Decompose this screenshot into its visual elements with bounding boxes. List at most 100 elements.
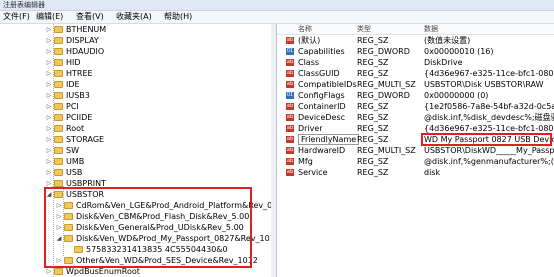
value-data: @disk.inf,%disk_devdesc%;磁盘驱动器 — [424, 113, 554, 122]
menu-bar: 文件(F) 编辑(E) 查看(V) 收藏夹(A) 帮助(H) — [0, 11, 554, 24]
expand-arrow-icon[interactable]: ▷ — [46, 46, 52, 57]
tree-item-label: PCI — [66, 102, 79, 111]
value-row[interactable]: ab Class REG_SZ DiskDrive — [277, 57, 554, 68]
value-row[interactable]: 01 ConfigFlags REG_DWORD 0x00000000 (0) — [277, 90, 554, 101]
window-title: 注册表编辑器 — [3, 1, 45, 9]
tree-item-label: IUSB3 — [66, 91, 90, 100]
expand-arrow-icon[interactable]: ▷ — [46, 90, 52, 101]
value-name: Capabilities — [298, 47, 345, 56]
expand-arrow-icon[interactable]: ▷ — [46, 24, 52, 35]
folder-icon — [54, 147, 63, 154]
value-data: 0x00000010 (16) — [424, 47, 494, 56]
expand-arrow-icon[interactable]: ▷ — [46, 145, 52, 156]
value-type: REG_DWORD — [357, 47, 410, 56]
string-value-icon: ab — [286, 59, 294, 66]
tree-item-label: SW — [66, 146, 79, 155]
column-name-header[interactable]: 名称 — [298, 24, 312, 34]
binary-value-icon: 01 — [286, 92, 294, 99]
value-type: REG_SZ — [357, 58, 389, 67]
value-name: Class — [298, 58, 320, 67]
folder-icon — [54, 37, 63, 44]
string-value-icon: ab — [286, 103, 294, 110]
value-row[interactable]: ab ClassGUID REG_SZ {4d36e967-e325-11ce-… — [277, 68, 554, 79]
menu-edit[interactable]: 编辑(E) — [36, 11, 63, 23]
expand-arrow-icon[interactable]: ▷ — [46, 112, 52, 123]
string-value-icon: ab — [286, 136, 294, 143]
expand-arrow-icon[interactable]: ▷ — [46, 156, 52, 167]
expand-arrow-icon[interactable]: ▷ — [46, 167, 52, 178]
folder-icon — [54, 48, 63, 55]
value-type: REG_SZ — [357, 113, 389, 122]
value-name: ClassGUID — [298, 69, 340, 78]
menu-view[interactable]: 查看(V) — [76, 11, 104, 23]
value-type: REG_MULTI_SZ — [357, 146, 416, 155]
usbstor-highlight-box — [44, 187, 252, 268]
tree-item-label: HID — [66, 58, 81, 67]
menu-file[interactable]: 文件(F) — [3, 11, 30, 23]
value-row[interactable]: ab HardwareID REG_MULTI_SZ USBSTOR\DiskW… — [277, 145, 554, 156]
folder-icon — [54, 136, 63, 143]
string-value-icon: ab — [286, 81, 294, 88]
value-name: CompatibleIDs — [298, 80, 357, 89]
folder-icon — [54, 180, 63, 187]
string-value-icon: ab — [286, 70, 294, 77]
folder-icon — [54, 125, 63, 132]
tree-item-label: HDAUDIO — [66, 47, 105, 56]
expand-arrow-icon[interactable]: ▷ — [46, 68, 52, 79]
value-type: REG_SZ — [357, 124, 389, 133]
value-type: REG_SZ — [357, 135, 389, 144]
folder-icon — [54, 169, 63, 176]
value-name: Driver — [298, 124, 323, 133]
expand-arrow-icon[interactable]: ▷ — [46, 134, 52, 145]
folder-icon — [54, 103, 63, 110]
column-data-header[interactable]: 数据 — [424, 24, 438, 34]
value-row[interactable]: 01 Capabilities REG_DWORD 0x00000010 (16… — [277, 46, 554, 57]
tree-scrollbar[interactable] — [271, 24, 276, 277]
expand-arrow-icon[interactable]: ▷ — [46, 35, 52, 46]
value-type: REG_SZ — [357, 168, 389, 177]
value-data: USBSTOR\Disk USBSTOR\RAW — [424, 80, 544, 89]
string-value-icon: ab — [286, 169, 294, 176]
friendlyname-highlight-box — [421, 133, 552, 146]
registry-tree[interactable]: ▷ BTHENUM ▷ DISPLAY ▷ HDAUDIO ▷ HID ▷ HT… — [0, 24, 277, 277]
value-row[interactable]: ab CompatibleIDs REG_MULTI_SZ USBSTOR\Di… — [277, 79, 554, 90]
value-type: REG_SZ — [357, 157, 389, 166]
tree-item-label: UMB — [66, 157, 85, 166]
expand-arrow-icon[interactable]: ▷ — [46, 101, 52, 112]
value-type: REG_SZ — [357, 102, 389, 111]
values-pane[interactable]: 名称 类型 数据 ab (默认) REG_SZ (数值未设置) 01 Capab… — [277, 24, 554, 277]
value-name: HardwareID — [298, 146, 346, 155]
values-header: 名称 类型 数据 — [277, 24, 554, 35]
value-row[interactable]: ab Service REG_SZ disk — [277, 167, 554, 178]
folder-icon — [54, 59, 63, 66]
value-name: (默认) — [298, 36, 321, 45]
value-name: FriendlyName — [298, 134, 360, 145]
folder-icon — [54, 81, 63, 88]
value-data: (数值未设置) — [424, 36, 471, 45]
value-name: Service — [298, 168, 328, 177]
expand-arrow-icon[interactable]: ▷ — [46, 57, 52, 68]
value-row[interactable]: ab Mfg REG_SZ @disk.inf,%genmanufacturer… — [277, 156, 554, 167]
value-name: ConfigFlags — [298, 91, 345, 100]
menu-favorites[interactable]: 收藏夹(A) — [116, 11, 152, 23]
column-type-header[interactable]: 类型 — [357, 24, 371, 34]
title-bar: 注册表编辑器 — [0, 0, 554, 11]
tree-item-label: STORAGE — [66, 135, 105, 144]
folder-icon — [54, 26, 63, 33]
value-row[interactable]: ab (默认) REG_SZ (数值未设置) — [277, 35, 554, 46]
folder-icon — [54, 158, 63, 165]
value-type: REG_SZ — [357, 36, 389, 45]
folder-icon — [54, 114, 63, 121]
value-row[interactable]: ab DeviceDesc REG_SZ @disk.inf,%disk_dev… — [277, 112, 554, 123]
value-data: DiskDrive — [424, 58, 463, 67]
string-value-icon: ab — [286, 147, 294, 154]
value-row[interactable]: ab ContainerID REG_SZ {1e2f0586-7a8e-54b… — [277, 101, 554, 112]
folder-icon — [54, 70, 63, 77]
value-data: 0x00000000 (0) — [424, 91, 489, 100]
value-name: ContainerID — [298, 102, 346, 111]
expand-arrow-icon[interactable]: ▷ — [46, 79, 52, 90]
tree-item-label: HTREE — [66, 69, 93, 78]
value-data: {4d36e967-e325-11ce-bfc1-08002be10318} — [424, 69, 554, 78]
expand-arrow-icon[interactable]: ▷ — [46, 123, 52, 134]
menu-help[interactable]: 帮助(H) — [164, 11, 192, 23]
